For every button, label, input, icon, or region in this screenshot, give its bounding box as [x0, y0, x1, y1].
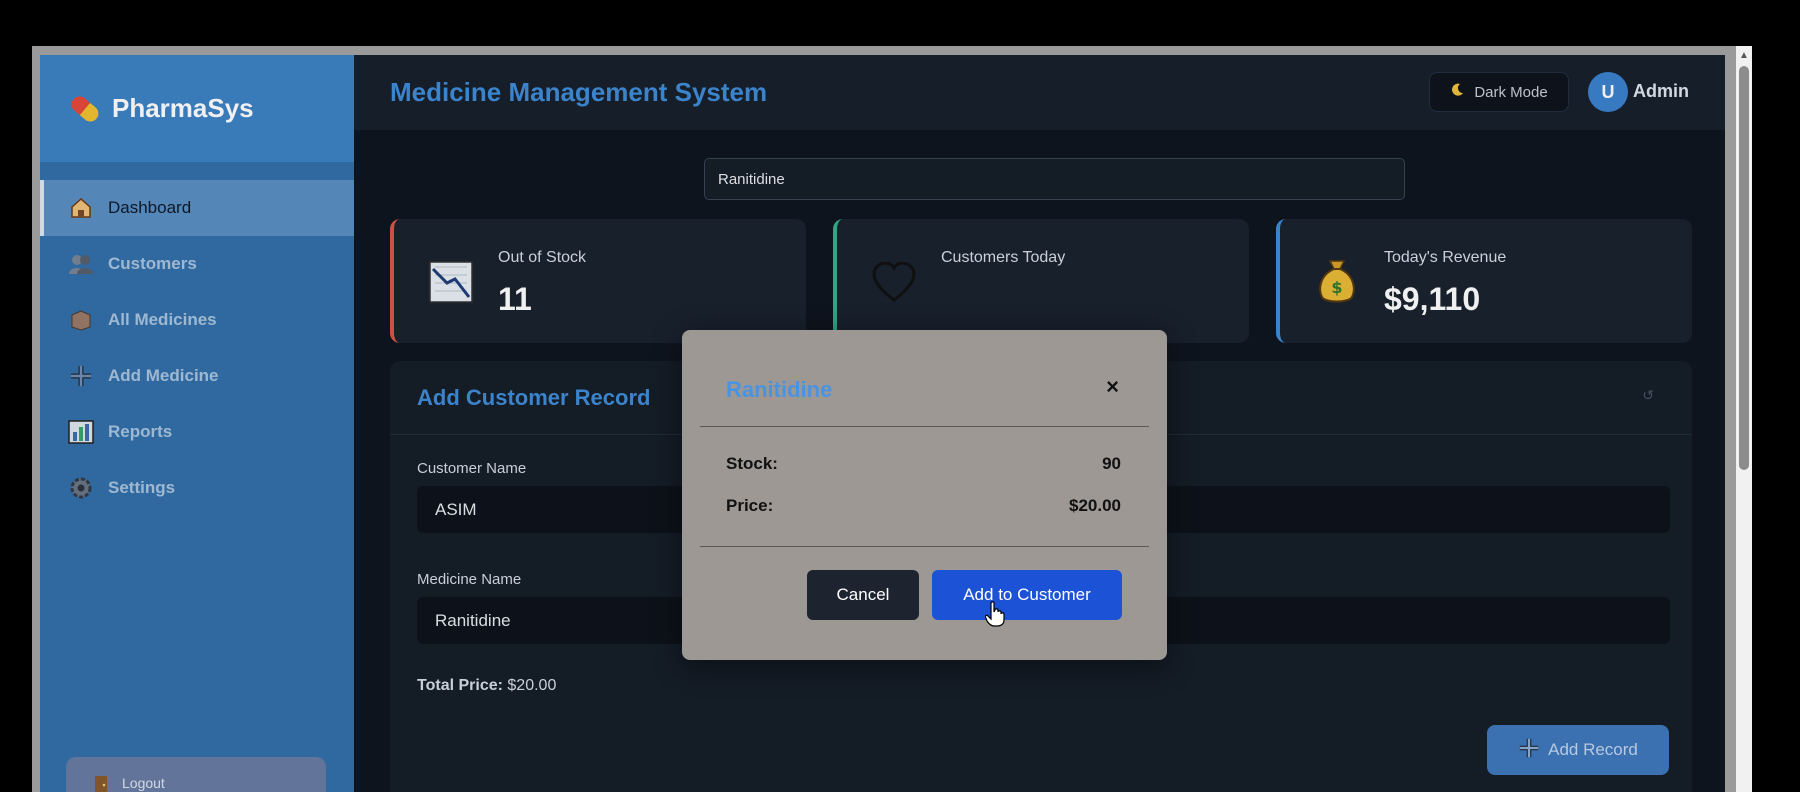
scrollbar-thumb[interactable] — [1739, 66, 1749, 470]
modal-title: Ranitidine — [726, 377, 833, 402]
app-root: PharmaSys Dashboard Customers All Medici… — [40, 55, 1725, 792]
stock-label: Stock: — [726, 454, 778, 473]
price-label: Price: — [726, 496, 774, 515]
hand-cursor-icon — [984, 601, 1005, 632]
medicine-modal: Ranitidine × Stock: 90 Price: $20.00 Can… — [682, 330, 1167, 660]
page-scrollbar[interactable]: ▲ — [1736, 46, 1752, 792]
price-value: $20.00 — [1069, 496, 1121, 515]
close-icon[interactable]: × — [1106, 374, 1119, 400]
modal-divider — [700, 426, 1149, 427]
cancel-button[interactable]: Cancel — [807, 570, 919, 620]
scroll-up-arrow-icon[interactable]: ▲ — [1739, 50, 1749, 61]
modal-divider — [700, 546, 1149, 547]
stock-value: 90 — [1102, 454, 1121, 473]
add-to-customer-button[interactable]: Add to Customer — [932, 570, 1122, 620]
